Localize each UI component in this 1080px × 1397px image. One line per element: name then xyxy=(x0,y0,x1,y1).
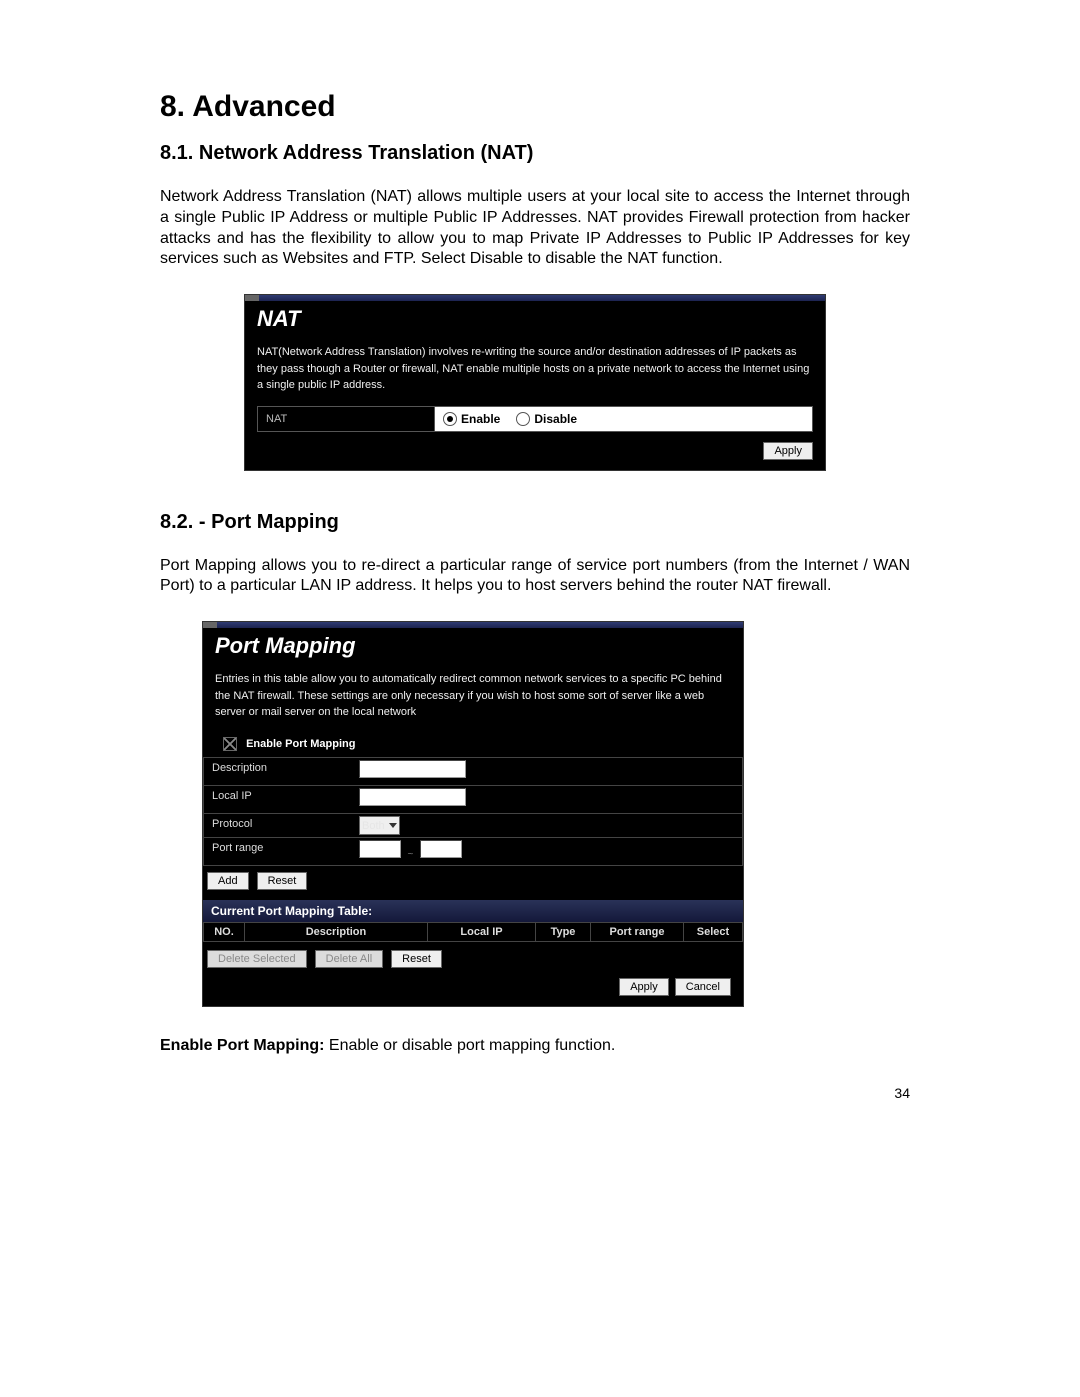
section-body-nat: Network Address Translation (NAT) allows… xyxy=(160,187,910,270)
radio-disable-label: Disable xyxy=(534,412,577,426)
nat-row-label: NAT xyxy=(258,407,435,431)
portrange-from-input[interactable] xyxy=(359,840,401,858)
reset-button[interactable]: Reset xyxy=(257,872,308,890)
chevron-down-icon xyxy=(389,823,397,828)
chapter-title: 8. Advanced xyxy=(160,90,910,124)
col-no: NO. xyxy=(204,923,245,941)
port-mapping-panel: Port Mapping Entries in this table allow… xyxy=(202,621,744,1007)
col-localip: Local IP xyxy=(428,923,536,941)
nat-radio-group: Enable Disable xyxy=(435,407,812,431)
field-row-localip: Local IP xyxy=(203,785,743,813)
definition-term: Enable Port Mapping: xyxy=(160,1037,324,1054)
description-label: Description xyxy=(204,758,355,785)
panel-topbar xyxy=(203,622,743,629)
nat-panel-desc: NAT(Network Address Translation) involve… xyxy=(245,340,825,406)
field-row-description: Description xyxy=(203,757,743,785)
page-number: 34 xyxy=(160,1085,910,1101)
col-type: Type xyxy=(536,923,591,941)
definition-enable-port-mapping: Enable Port Mapping: Enable or disable p… xyxy=(160,1037,910,1055)
add-button[interactable]: Add xyxy=(207,872,249,890)
panel-topbar xyxy=(245,295,825,302)
nat-config-panel: NAT NAT(Network Address Translation) inv… xyxy=(244,294,826,471)
pm-panel-desc: Entries in this table allow you to autom… xyxy=(203,667,743,733)
radio-enable-label: Enable xyxy=(461,412,500,426)
cancel-pm-button[interactable]: Cancel xyxy=(675,978,731,996)
protocol-select-value: Both xyxy=(362,820,385,832)
delete-selected-button[interactable]: Delete Selected xyxy=(207,950,307,968)
nat-panel-title: NAT xyxy=(245,302,825,340)
col-description: Description xyxy=(245,923,428,941)
radio-disable[interactable] xyxy=(516,412,530,426)
portrange-label: Port range xyxy=(204,838,355,865)
pm-panel-title: Port Mapping xyxy=(203,629,743,667)
nat-toggle-row: NAT Enable Disable xyxy=(257,406,813,432)
range-separator: ~ xyxy=(407,849,413,860)
description-input[interactable] xyxy=(359,760,466,778)
enable-port-mapping-checkbox[interactable] xyxy=(223,737,237,751)
definition-text: Enable or disable port mapping function. xyxy=(324,1037,615,1054)
radio-enable[interactable] xyxy=(443,412,457,426)
section-title-portmapping: 8.2. - Port Mapping xyxy=(160,511,910,534)
reset-table-button[interactable]: Reset xyxy=(391,950,442,968)
col-select: Select xyxy=(684,923,742,941)
protocol-label: Protocol xyxy=(204,814,355,838)
apply-pm-button[interactable]: Apply xyxy=(619,978,669,996)
localip-label: Local IP xyxy=(204,786,355,813)
mapping-table-header-row: NO. Description Local IP Type Port range… xyxy=(203,922,743,942)
portrange-to-input[interactable] xyxy=(420,840,462,858)
section-body-portmapping: Port Mapping allows you to re-direct a p… xyxy=(160,556,910,598)
localip-input[interactable] xyxy=(359,788,466,806)
section-title-nat: 8.1. Network Address Translation (NAT) xyxy=(160,142,910,165)
protocol-select[interactable]: Both xyxy=(359,816,400,835)
delete-all-button[interactable]: Delete All xyxy=(315,950,383,968)
enable-port-mapping-row: Enable Port Mapping xyxy=(203,733,743,757)
apply-button[interactable]: Apply xyxy=(763,442,813,460)
current-table-header: Current Port Mapping Table: xyxy=(203,900,743,922)
enable-port-mapping-label: Enable Port Mapping xyxy=(246,738,355,750)
col-portrange: Port range xyxy=(591,923,684,941)
field-row-protocol: Protocol Both xyxy=(203,813,743,838)
field-row-portrange: Port range ~ xyxy=(203,837,743,866)
